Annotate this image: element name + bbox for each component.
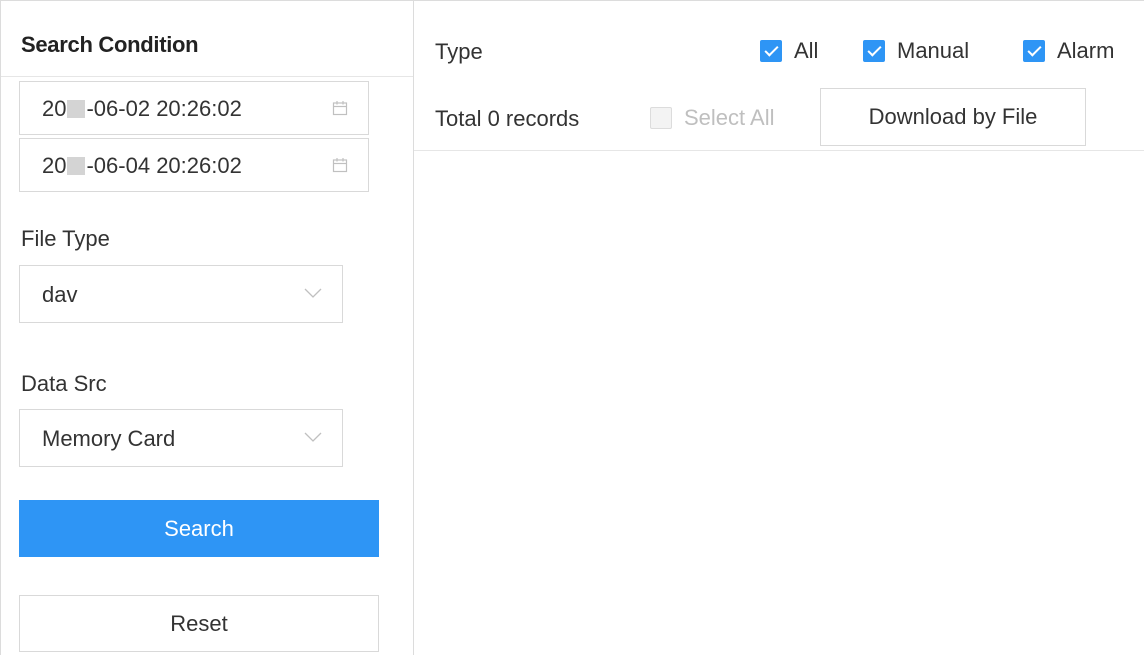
filter-all-label: All [794,38,819,63]
file-type-value: dav [42,282,78,307]
filter-manual-checkbox[interactable]: Manual [863,37,969,65]
end-time-field[interactable]: 20 -06-04 20:26:02 [19,138,369,192]
chevron-down-icon [304,432,322,442]
data-src-select[interactable]: Memory Card [19,409,343,467]
select-all-label: Select All [684,105,775,130]
filter-alarm-label: Alarm [1057,38,1115,63]
data-src-label: Data Src [21,371,107,396]
start-time-field[interactable]: 20 -06-02 20:26:02 [19,81,369,135]
file-type-label: File Type [21,226,110,251]
redacted-mask [67,157,86,175]
checkbox-checked-icon[interactable] [760,40,782,62]
search-condition-panel: Search Condition 20 -06-02 20:26:02 20 -06… [1,1,414,655]
reset-button[interactable]: Reset [19,595,379,652]
end-time-value: 20 -06-04 20:26:02 [42,153,242,178]
type-label: Type [435,39,483,64]
checkbox-checked-icon[interactable] [1023,40,1045,62]
filter-alarm-checkbox[interactable]: Alarm [1023,37,1114,65]
total-records: Total 0 records [435,106,580,131]
record-search-window: Search Condition 20 -06-02 20:26:02 20 -06… [0,0,1144,655]
redacted-mask [67,100,86,118]
data-src-value: Memory Card [42,426,176,451]
select-all-checkbox[interactable]: Select All [650,104,775,132]
start-time-value: 20 -06-02 20:26:02 [42,96,242,121]
filter-manual-label: Manual [897,38,970,63]
checkbox-disabled-icon[interactable] [650,107,672,129]
search-button[interactable]: Search [19,500,379,557]
panel-title: Search Condition [21,32,199,57]
calendar-icon[interactable] [332,157,348,173]
calendar-icon[interactable] [332,100,348,116]
download-by-file-button[interactable]: Download by File [820,88,1086,146]
filter-all-checkbox[interactable]: All [760,37,818,65]
divider [414,150,1144,151]
chevron-down-icon [304,288,322,298]
file-type-select[interactable]: dav [19,265,343,323]
checkbox-checked-icon[interactable] [863,40,885,62]
results-panel: Type All Manual Alarm Total 0 records Se… [414,1,1144,655]
panel-header: Search Condition [1,1,413,77]
